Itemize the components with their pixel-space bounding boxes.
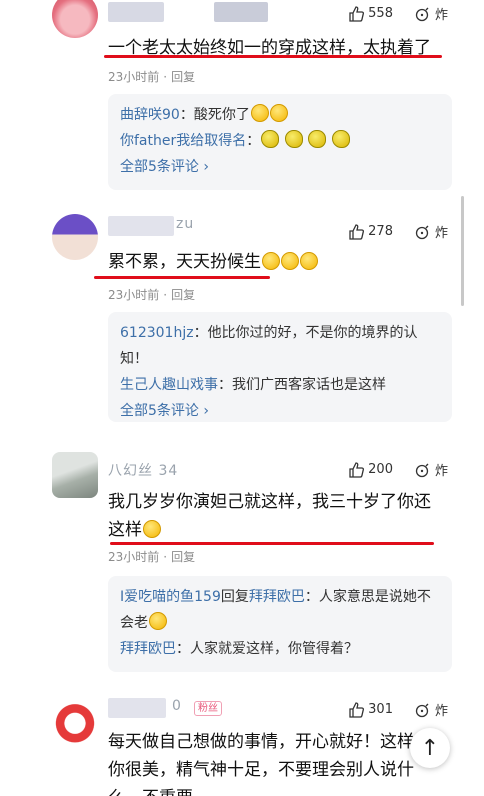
username-mask [108, 698, 166, 718]
lemon-emoji-icon [261, 130, 280, 148]
reply-author[interactable]: 生己人趣山戏事 [120, 377, 218, 393]
comment-text: 每天做自己想做的事情，开心就好！这样 你很美，精气神十足，不要理会别人说什 么，… [108, 732, 414, 796]
reply-target[interactable]: 拜拜欧巴 [249, 589, 305, 605]
dislike-label: 炸 [434, 226, 448, 241]
comment-actions: 301 炸 [348, 700, 448, 719]
reply-item: 生己人趣山戏事：我们广西客家话也是这样 [120, 377, 386, 393]
reply-author[interactable]: 612301hjz [120, 325, 194, 341]
reply-item: 拜拜欧巴：人家就爱这样，你管得着？ [120, 641, 358, 657]
lemon-emoji-icon [331, 130, 350, 148]
view-all-replies[interactable]: 全部5条评论 › [120, 398, 440, 424]
embarrassed-emoji-icon [269, 104, 288, 122]
back-to-top-button[interactable]: ↑ [410, 728, 450, 768]
username[interactable]: 八幻丝 34 [108, 460, 178, 480]
dizzy-emoji-icon [300, 252, 318, 270]
dislike-label: 炸 [434, 704, 448, 719]
reply-item: 曲辞咲90：酸死你了 [120, 102, 440, 128]
arrow-up-icon: ↑ [420, 735, 440, 761]
reply-button[interactable]: 回复 [171, 550, 195, 564]
thumbs-up-icon[interactable] [348, 223, 365, 240]
lemon-emoji-icon [308, 130, 327, 148]
red-underline [94, 276, 270, 279]
reply-box: 612301hjz：他比你过的好，不是你的境界的认知！ 生己人趣山戏事：我们广西… [108, 312, 452, 422]
thumbs-up-icon[interactable] [348, 5, 365, 22]
red-underline [110, 542, 434, 545]
reply-item: 612301hjz：他比你过的好，不是你的境界的认知！ [120, 325, 418, 367]
reply-text: 我们广西客家话也是这样 [232, 377, 386, 393]
scrollbar[interactable] [461, 196, 464, 306]
comment-meta: 23小时前 · 回复 [108, 288, 196, 302]
thumbs-up-icon[interactable] [348, 701, 365, 718]
reply-author[interactable]: 拜拜欧巴 [120, 641, 176, 657]
view-all-replies[interactable]: 全部5条评论 › [120, 154, 440, 180]
reply-box: I爱吃喵的鱼159回复拜拜欧巴：人家意思是说她不会老 拜拜欧巴：人家就爱这样，你… [108, 576, 452, 672]
comment-actions: 278 炸 [348, 222, 448, 241]
reply-text: 酸死你了 [193, 107, 250, 123]
comment-actions: 558 炸 [348, 4, 448, 23]
comment-actions: 200 炸 [348, 460, 448, 479]
username-mask [108, 216, 174, 236]
reply-text: 人家就爱这样，你管得着？ [190, 641, 358, 657]
comment-meta: 23小时前 · 回复 [108, 70, 196, 84]
bomb-icon[interactable] [415, 6, 431, 22]
embarrassed-emoji-icon [250, 104, 269, 122]
like-count: 558 [368, 6, 393, 21]
dislike-label: 炸 [434, 8, 448, 23]
reply-item: 你father我给取得名： [120, 128, 440, 154]
bomb-icon[interactable] [415, 702, 431, 718]
comment-time: 23小时前 [108, 550, 160, 564]
username[interactable]: 0 [172, 698, 182, 714]
avatar[interactable] [52, 214, 98, 260]
comment-meta: 23小时前 · 回复 [108, 550, 196, 564]
username[interactable]: zu [176, 216, 194, 232]
smile-emoji-icon [143, 520, 161, 538]
username-mask [108, 2, 164, 22]
like-count: 278 [368, 224, 393, 239]
bomb-icon[interactable] [415, 224, 431, 240]
comment-time: 23小时前 [108, 288, 160, 302]
reply-box: 曲辞咲90：酸死你了 你father我给取得名： 全部5条评论 › [108, 94, 452, 190]
comment-text: 我几岁岁你演妲己就这样，我三十岁了你还 这样 [108, 492, 431, 540]
thumbs-up-icon[interactable] [348, 461, 365, 478]
lemon-emoji-icon [284, 130, 303, 148]
reply-item: I爱吃喵的鱼159回复拜拜欧巴：人家意思是说她不会老 [120, 589, 431, 631]
reply-button[interactable]: 回复 [171, 70, 195, 84]
reply-author[interactable]: I爱吃喵的鱼159 [120, 589, 221, 605]
avatar[interactable] [52, 452, 98, 498]
fan-badge: 粉丝 [194, 701, 222, 716]
username-mask [214, 2, 268, 22]
comment-text: 累不累，天天扮候生 [108, 248, 318, 276]
avatar[interactable] [52, 0, 98, 38]
comment-time: 23小时前 [108, 70, 160, 84]
reply-button[interactable]: 回复 [171, 288, 195, 302]
dizzy-emoji-icon [281, 252, 299, 270]
red-underline [104, 55, 442, 58]
like-count: 301 [368, 702, 393, 717]
bomb-icon[interactable] [415, 462, 431, 478]
like-count: 200 [368, 462, 393, 477]
reply-author[interactable]: 曲辞咲90 [120, 107, 180, 123]
dizzy-emoji-icon [262, 252, 280, 270]
reply-author[interactable]: 你father我给取得名 [120, 133, 246, 149]
laugh-tears-emoji-icon [149, 612, 167, 630]
dislike-label: 炸 [434, 464, 448, 479]
avatar[interactable] [52, 698, 98, 744]
